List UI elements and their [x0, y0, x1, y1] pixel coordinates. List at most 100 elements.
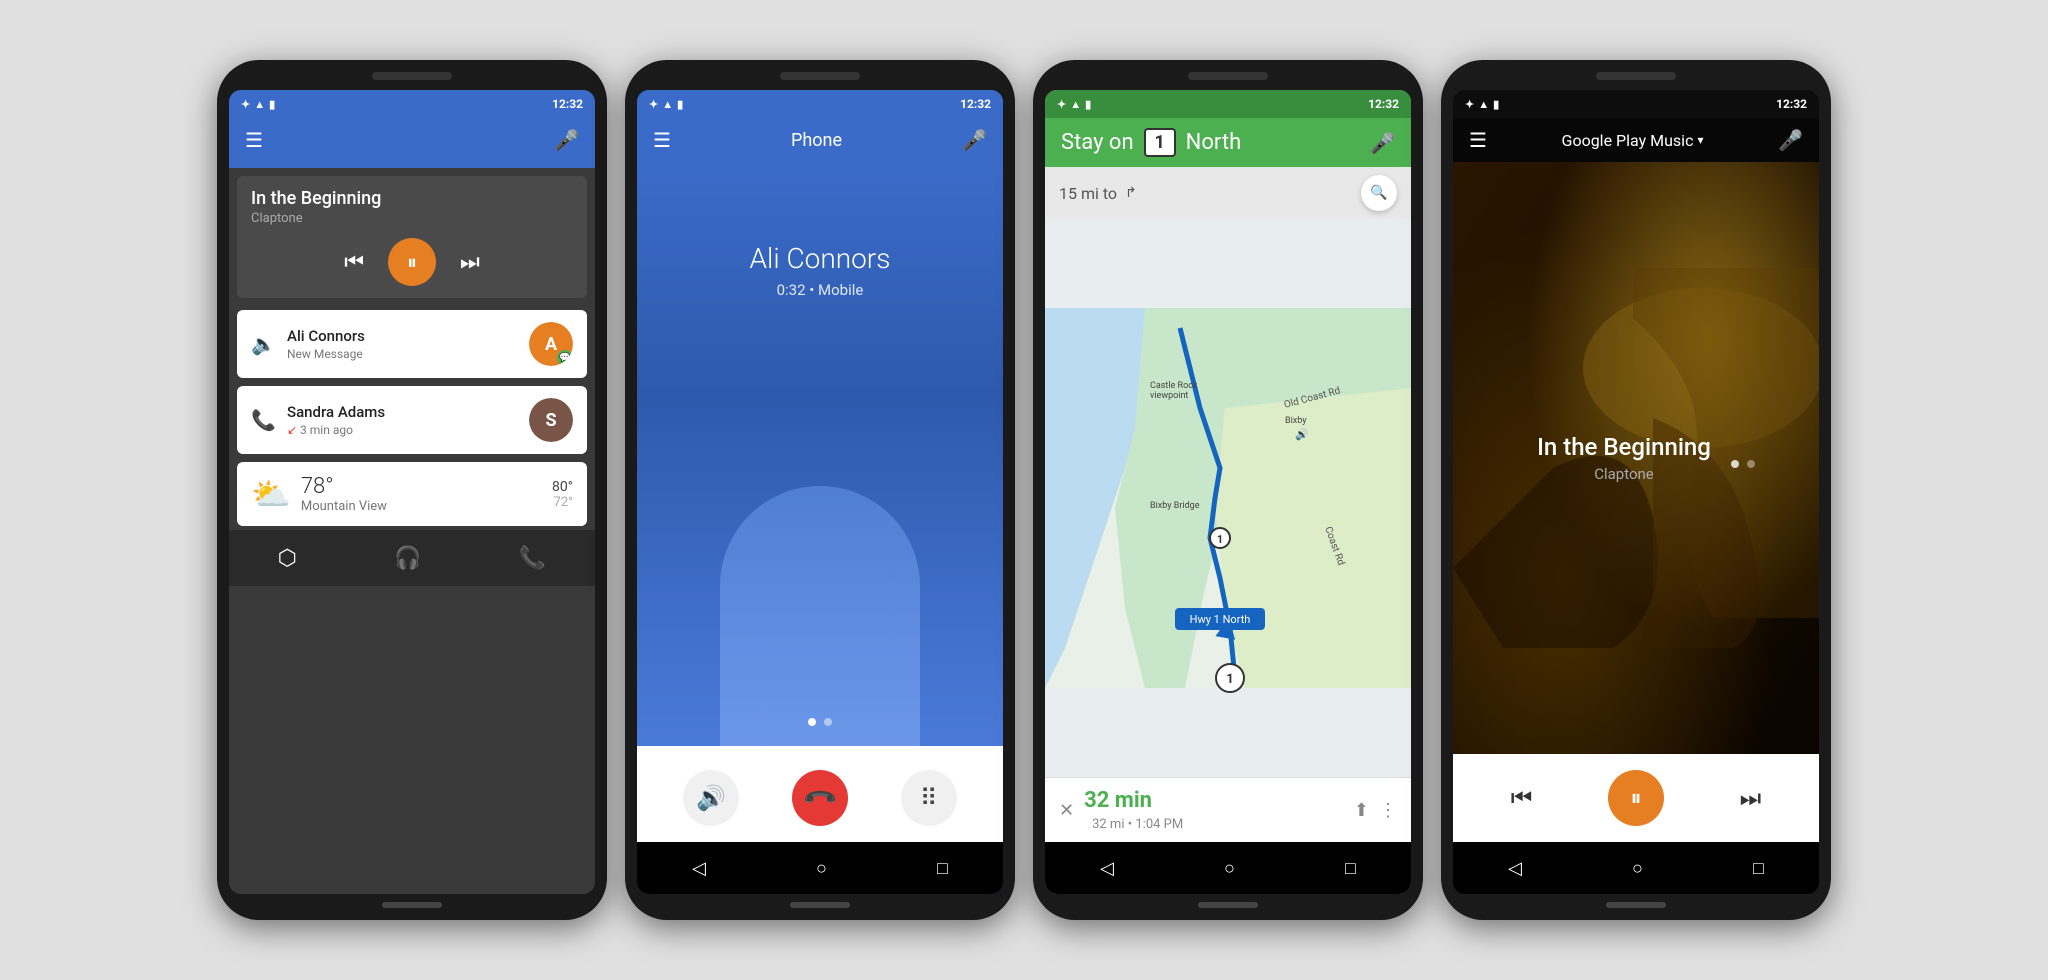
- maps-back-btn[interactable]: ◁: [1100, 858, 1114, 879]
- phone2-status-icons: ✦ ▲ ▮: [649, 98, 683, 111]
- end-call-icon: 📞: [801, 779, 838, 816]
- phone3-home-bar: [1198, 902, 1258, 908]
- recents-btn[interactable]: □: [937, 858, 948, 879]
- music-dot-2: [1747, 460, 1755, 468]
- home-btn[interactable]: ○: [816, 858, 827, 879]
- phone3-screen: ✦ ▲ ▮ 12:32 Stay on 1 North 🎤 15 mi to ↱…: [1045, 90, 1411, 894]
- search-fab[interactable]: 🔍: [1361, 175, 1397, 211]
- p4-battery-icon: ▮: [1493, 98, 1499, 111]
- sandra-adams-notification[interactable]: 📞 Sandra Adams ↙ 3 min ago S: [237, 386, 587, 454]
- nav-stay-on: Stay on: [1061, 130, 1134, 155]
- notif-content: Ali Connors New Message: [287, 327, 517, 361]
- app-title: Google Play Music: [1562, 131, 1694, 150]
- ali-connors-notification[interactable]: 🔈 Ali Connors New Message A 💬: [237, 310, 587, 378]
- phone4-status-bar: ✦ ▲ ▮ 12:32: [1453, 90, 1819, 118]
- bluetooth-icon: ✦: [241, 98, 250, 111]
- caller-silhouette: [720, 486, 920, 746]
- phone3: ✦ ▲ ▮ 12:32 Stay on 1 North 🎤 15 mi to ↱…: [1033, 60, 1423, 920]
- svg-text:viewpoint: viewpoint: [1150, 391, 1188, 401]
- music-recents-btn[interactable]: □: [1753, 858, 1764, 879]
- phone2-speaker: [780, 72, 860, 80]
- weather-card[interactable]: ⛅ 78° Mountain View 80° 72°: [237, 462, 587, 526]
- message-badge: 💬: [557, 350, 573, 366]
- svg-text:Bixby Bridge: Bixby Bridge: [1150, 501, 1200, 511]
- phone-icon: 📞: [251, 408, 275, 432]
- nav-phone-icon[interactable]: 📞: [519, 546, 546, 571]
- music-mic-icon[interactable]: 🎤: [1778, 128, 1803, 152]
- weather-temp: 78°: [301, 474, 387, 499]
- maps-mic-icon[interactable]: 🎤: [1370, 131, 1395, 155]
- mic-icon[interactable]: 🎤: [554, 128, 579, 152]
- sandra-avatar: S: [529, 398, 573, 442]
- notif-ali-sub: New Message: [287, 347, 517, 361]
- music-next-button[interactable]: ⏭: [1740, 784, 1762, 812]
- nav-directions-icon[interactable]: ⬡: [278, 546, 297, 571]
- route-more-icon[interactable]: ⋮: [1379, 800, 1397, 821]
- maps-recents-btn[interactable]: □: [1345, 858, 1356, 879]
- keypad-icon: ⠿: [920, 784, 938, 812]
- speaker-action-btn[interactable]: 🔊: [683, 770, 739, 826]
- phone3-speaker: [1188, 72, 1268, 80]
- phone4-status-icons: ✦ ▲ ▮: [1465, 98, 1499, 111]
- weather-right: 80° 72°: [552, 479, 573, 510]
- next-button[interactable]: ⏭: [460, 250, 480, 275]
- phone2: ✦ ▲ ▮ 12:32 ☰ Phone 🎤 Ali Connors 0:32 •…: [625, 60, 1015, 920]
- phone2-mic-icon[interactable]: 🎤: [962, 128, 987, 152]
- phone3-android-nav: ◁ ○ □: [1045, 842, 1411, 894]
- call-contact-area: Ali Connors 0:32 • Mobile: [637, 162, 1003, 746]
- phone1-header: ☰ 🎤: [229, 118, 595, 168]
- dropdown-arrow-icon[interactable]: ▾: [1697, 133, 1703, 147]
- keypad-circle: ⠿: [901, 770, 957, 826]
- p2-signal-icon: ▲: [662, 98, 673, 111]
- notif-ali-title: Ali Connors: [287, 327, 517, 345]
- signal-icon: ▲: [254, 98, 265, 111]
- route-share-icon[interactable]: ⬆: [1354, 800, 1369, 821]
- weather-icon: ⛅: [251, 475, 291, 513]
- pause-button[interactable]: ⏸: [388, 238, 436, 286]
- music-home-btn[interactable]: ○: [1632, 858, 1643, 879]
- np-title: In the Beginning: [251, 188, 573, 209]
- call-dots: [808, 718, 832, 726]
- now-playing-card[interactable]: In the Beginning Claptone ⏮ ⏸ ⏭: [237, 176, 587, 298]
- p2-battery-icon: ▮: [677, 98, 683, 111]
- back-btn[interactable]: ◁: [692, 858, 706, 879]
- music-back-btn[interactable]: ◁: [1508, 858, 1522, 879]
- phone4-time: 12:32: [1776, 97, 1807, 111]
- music-menu-icon[interactable]: ☰: [1469, 128, 1487, 152]
- speaker-icon: 🔈: [251, 332, 275, 356]
- phone1-home-bar: [382, 902, 442, 908]
- weather-city: Mountain View: [301, 499, 387, 514]
- phone2-home-bar: [790, 902, 850, 908]
- phone2-label: Phone: [791, 130, 842, 151]
- phone1-time: 12:32: [552, 97, 583, 111]
- nav-instruction: Stay on 1 North: [1061, 128, 1370, 157]
- map-svg: 1 Hwy 1 North Old Coast Rd Coast Rd Cast…: [1045, 219, 1411, 777]
- nav-headphones-icon[interactable]: 🎧: [394, 546, 421, 571]
- np-artist: Claptone: [251, 211, 573, 226]
- phone1-screen: ✦ ▲ ▮ 12:32 ☰ 🎤 In the Beginning Clapton…: [229, 90, 595, 894]
- menu-icon[interactable]: ☰: [245, 128, 263, 152]
- weather-low: 72°: [552, 495, 573, 510]
- track-artist: Claptone: [1537, 465, 1711, 483]
- p4-signal-icon: ▲: [1478, 98, 1489, 111]
- end-call-btn[interactable]: 📞: [792, 770, 848, 826]
- keypad-action-btn[interactable]: ⠿: [901, 770, 957, 826]
- music-pause-button[interactable]: ⏸: [1608, 770, 1664, 826]
- app-title-row: Google Play Music ▾: [1562, 131, 1704, 150]
- phone3-status-bar: ✦ ▲ ▮ 12:32: [1045, 90, 1411, 118]
- pause-icon: ⏸: [407, 250, 417, 274]
- music-header: ☰ Google Play Music ▾ 🎤: [1453, 118, 1819, 162]
- svg-text:1: 1: [1217, 533, 1223, 546]
- p4-bluetooth-icon: ✦: [1465, 98, 1474, 111]
- phone2-screen: ✦ ▲ ▮ 12:32 ☰ Phone 🎤 Ali Connors 0:32 •…: [637, 90, 1003, 894]
- phone2-menu-icon[interactable]: ☰: [653, 128, 671, 152]
- road-number: 1: [1154, 132, 1164, 153]
- phone4-speaker: [1596, 72, 1676, 80]
- np-controls: ⏮ ⏸ ⏭: [251, 238, 573, 286]
- phone4-android-nav: ◁ ○ □: [1453, 842, 1819, 894]
- close-route-btn[interactable]: ✕: [1059, 800, 1074, 821]
- maps-home-btn[interactable]: ○: [1224, 858, 1235, 879]
- prev-button[interactable]: ⏮: [344, 250, 364, 275]
- phone4-home-bar: [1606, 902, 1666, 908]
- music-prev-button[interactable]: ⏮: [1511, 784, 1533, 812]
